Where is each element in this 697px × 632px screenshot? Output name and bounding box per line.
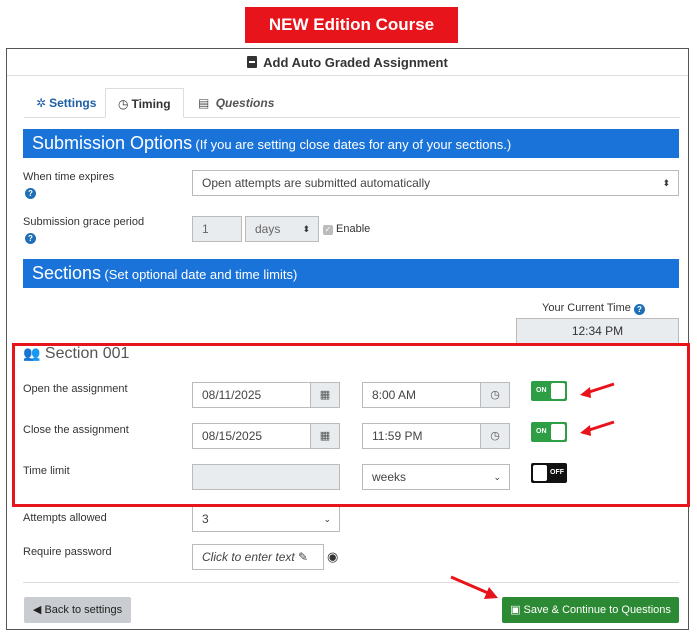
tab-questions[interactable]: ▤ Questions (186, 88, 286, 118)
submission-options-header: Submission Options (If you are setting c… (23, 129, 679, 158)
tab-timing[interactable]: ◷ Timing (105, 88, 184, 118)
footer-divider (23, 582, 679, 583)
sort-caret-icon: ⬍ (302, 224, 310, 234)
password-input[interactable]: Click to enter text ✎ (192, 544, 324, 570)
grace-period-label: Submission grace period (23, 216, 145, 228)
pencil-icon: ✎ (298, 550, 309, 564)
grace-enable-checkbox[interactable]: ✓ (323, 225, 333, 235)
document-icon (247, 56, 258, 68)
grace-enable-label: Enable (336, 223, 371, 235)
tab-bar: ✲ Settings ◷ Timing ▤ Questions (24, 88, 680, 118)
gear-icon: ✲ (36, 96, 47, 110)
grace-unit-select[interactable]: days ⬍ (245, 216, 319, 242)
assignment-dialog: Add Auto Graded Assignment ✲ Settings ◷ Ti… (6, 48, 689, 630)
save-icon: ▣ (510, 604, 521, 616)
save-continue-button[interactable]: ▣ Save & Continue to Questions (502, 597, 679, 623)
help-icon[interactable]: ? (25, 233, 36, 244)
red-arrow-icon (580, 420, 615, 436)
dialog-header: Add Auto Graded Assignment (7, 49, 688, 76)
help-icon[interactable]: ? (25, 188, 36, 199)
sort-caret-icon: ⬍ (662, 178, 670, 188)
when-expires-select[interactable]: Open attempts are submitted automaticall… (192, 170, 679, 196)
attempts-select[interactable]: 3 ⌄ (192, 506, 340, 532)
back-to-settings-button[interactable]: ◀ Back to settings (24, 597, 131, 623)
chevron-down-icon: ⌄ (323, 514, 331, 524)
list-icon: ▤ (198, 96, 210, 110)
dialog-title: Add Auto Graded Assignment (263, 54, 448, 70)
attempts-label: Attempts allowed (23, 512, 107, 524)
eye-icon[interactable]: ◉ (327, 549, 338, 565)
help-icon[interactable]: ? (634, 304, 645, 315)
current-time-label: Your Current Time (542, 302, 631, 314)
sections-header: Sections (Set optional date and time lim… (23, 259, 679, 288)
grace-period-input[interactable]: 1 (192, 216, 242, 242)
clock-icon: ◷ (118, 97, 129, 111)
current-time-display: 12:34 PM (516, 318, 679, 344)
back-arrow-icon: ◀ (32, 604, 42, 616)
when-expires-label: When time expires (23, 171, 115, 183)
red-arrow-icon (580, 382, 615, 398)
password-label: Require password (23, 546, 112, 558)
red-arrow-icon (450, 575, 498, 599)
edition-banner: NEW Edition Course (245, 7, 458, 43)
tab-settings[interactable]: ✲ Settings (24, 88, 108, 118)
